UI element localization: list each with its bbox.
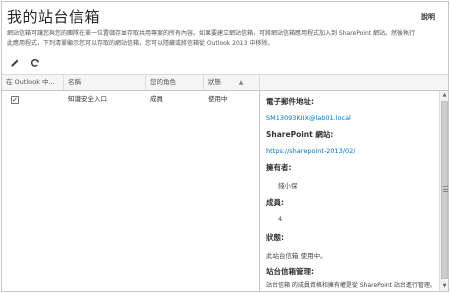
row-role: 成員 (150, 95, 163, 103)
scrollbar-grip-icon (443, 186, 448, 192)
manage-label: 站台信箱管理: (266, 267, 314, 276)
scrollbar-thumb[interactable] (441, 101, 448, 279)
help-link[interactable]: 說明 (421, 12, 435, 22)
outlook-checkbox[interactable]: ✓ (11, 96, 19, 104)
details-pane: 電子郵件地址: SM13093KIIX@lab01.local SharePoi… (259, 91, 439, 291)
pencil-icon[interactable] (10, 58, 22, 70)
owner-label: 擁有者: (266, 163, 292, 172)
status-value: 此站台信箱 使用中。 (266, 252, 327, 260)
email-link[interactable]: SM13093KIIX@lab01.local (266, 114, 351, 122)
owner-section: 擁有者: 錢小保 (266, 162, 298, 190)
owner-value: 錢小保 (278, 182, 298, 190)
manage-value: 站台信箱 的成員資格和擁有權是從 SharePoint 站台進行管理。 (266, 282, 436, 289)
members-value: 4 (278, 215, 283, 223)
row-name: 知識安全入口 (68, 95, 107, 103)
details-scrollbar[interactable]: ▲ ▼ (439, 91, 448, 291)
members-section: 成員: 4 (266, 197, 284, 223)
column-header-role[interactable]: 您的角色 (146, 75, 204, 90)
row-status: 使用中 (208, 95, 228, 103)
scroll-down-icon[interactable]: ▼ (440, 282, 448, 291)
page-description: 網站信箱可讓您與您的團隊在單一位置儲存並存取共用專案的所有內容。如果要建立網站信… (7, 29, 442, 49)
refresh-icon[interactable] (30, 58, 42, 70)
sharepoint-label: SharePoint 網站: (266, 130, 334, 139)
manage-section: 站台信箱管理: 站台信箱 的成員資格和擁有權是從 SharePoint 站台進行… (266, 266, 439, 289)
column-header-name[interactable]: 名稱 (64, 75, 146, 90)
column-header-status[interactable]: 狀態 (204, 75, 260, 90)
email-section: 電子郵件地址: SM13093KIIX@lab01.local (266, 96, 351, 122)
sharepoint-section: SharePoint 網站: https://sharepoint-2013/0… (266, 129, 355, 155)
page-title: 我的站台信箱 (7, 8, 101, 26)
scroll-up-icon[interactable]: ▲ (440, 91, 448, 100)
grid-header: 在 Outlook 中... 名稱 您的角色 狀態 ▲ (2, 74, 448, 91)
status-label: 狀態: (266, 233, 284, 242)
description-line: 此應用程式，下列清單顯示您可以存取的網站信箱，您可以隱藏或將信箱從 Outloo… (7, 40, 274, 47)
column-header-outlook[interactable]: 在 Outlook 中... (2, 75, 64, 90)
sort-ascending-icon[interactable]: ▲ (233, 75, 249, 90)
email-label: 電子郵件地址: (266, 97, 314, 106)
page-frame: 我的站台信箱 說明 網站信箱可讓您與您的團隊在單一位置儲存並存取共用專案的所有內… (1, 1, 449, 292)
members-label: 成員: (266, 198, 284, 207)
status-section: 狀態: 此站台信箱 使用中。 (266, 232, 327, 260)
sharepoint-link[interactable]: https://sharepoint-2013/02/ (266, 147, 355, 155)
description-line: 網站信箱可讓您與您的團隊在單一位置儲存並存取共用專案的所有內容。如果要建立網站信… (7, 30, 416, 37)
table-row[interactable]: ✓ 知識安全入口 成員 使用中 (2, 92, 260, 107)
